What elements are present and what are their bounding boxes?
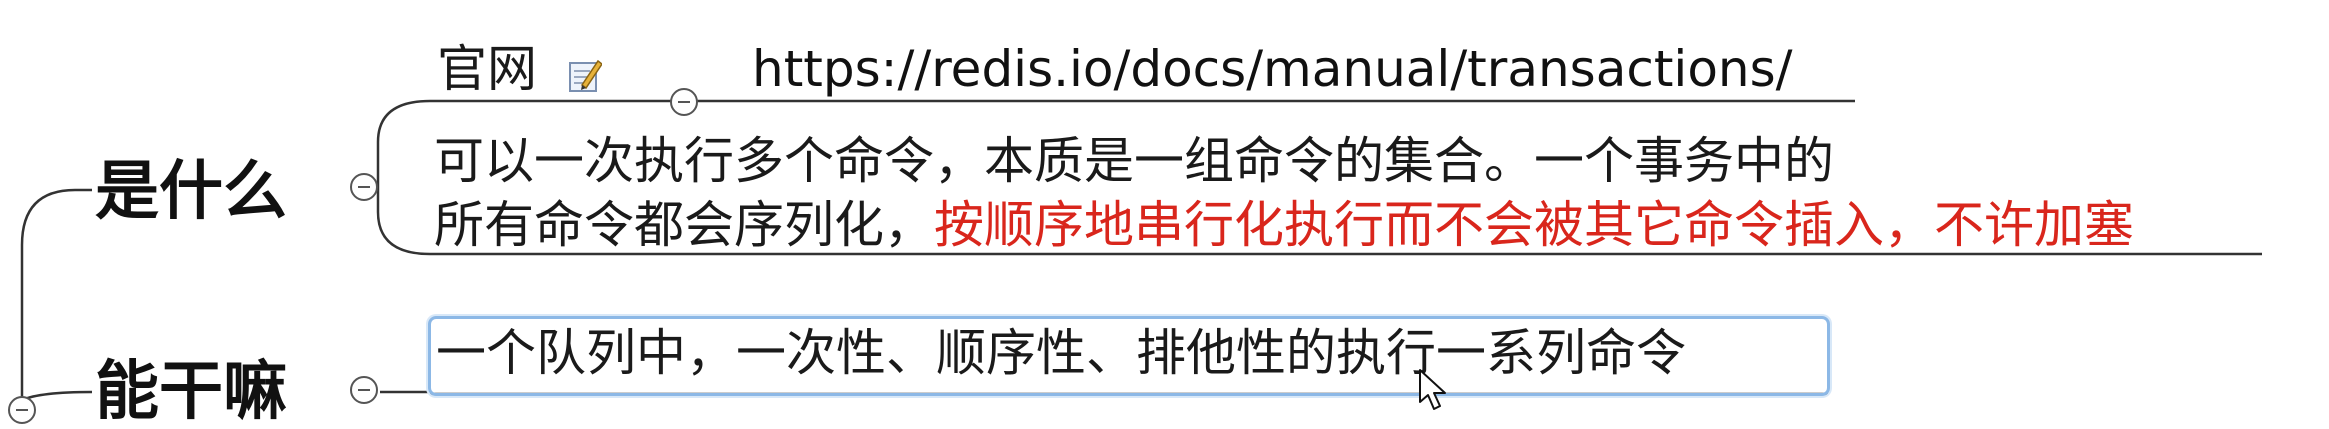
official-site-label[interactable]: 官网: [437, 44, 537, 94]
collapse-what-icon[interactable]: [350, 173, 378, 201]
mouse-pointer-icon: [1419, 369, 1446, 410]
collapse-root-icon[interactable]: [8, 396, 36, 424]
what-description-red: 按顺序地串行化执行而不会被其它命令插入，不许加塞: [934, 196, 2134, 254]
what-description-black: 所有命令都会序列化，: [434, 196, 934, 254]
node-cando-title[interactable]: 能干嘛: [95, 360, 287, 424]
collapse-cando-icon[interactable]: [350, 376, 378, 404]
what-description-line2[interactable]: 所有命令都会序列化，按顺序地串行化执行而不会被其它命令插入，不许加塞: [434, 200, 2134, 250]
official-url-link[interactable]: https://redis.io/docs/manual/transaction…: [752, 44, 1793, 94]
what-description-line1[interactable]: 可以一次执行多个命令，本质是一组命令的集合。一个事务中的: [434, 136, 1834, 186]
mind-map-canvas: 是什么 能干嘛 官网 https://redis.io/docs/manual/…: [0, 0, 2329, 424]
cando-description[interactable]: 一个队列中，一次性、顺序性、排他性的执行一系列命令: [436, 328, 1686, 378]
trunk-to-cando-line: [21, 390, 93, 402]
note-pencil-icon[interactable]: [568, 57, 602, 93]
trunk-to-what-line: [20, 188, 92, 418]
collapse-url-icon[interactable]: [670, 88, 698, 116]
node-what-title[interactable]: 是什么: [95, 160, 287, 224]
